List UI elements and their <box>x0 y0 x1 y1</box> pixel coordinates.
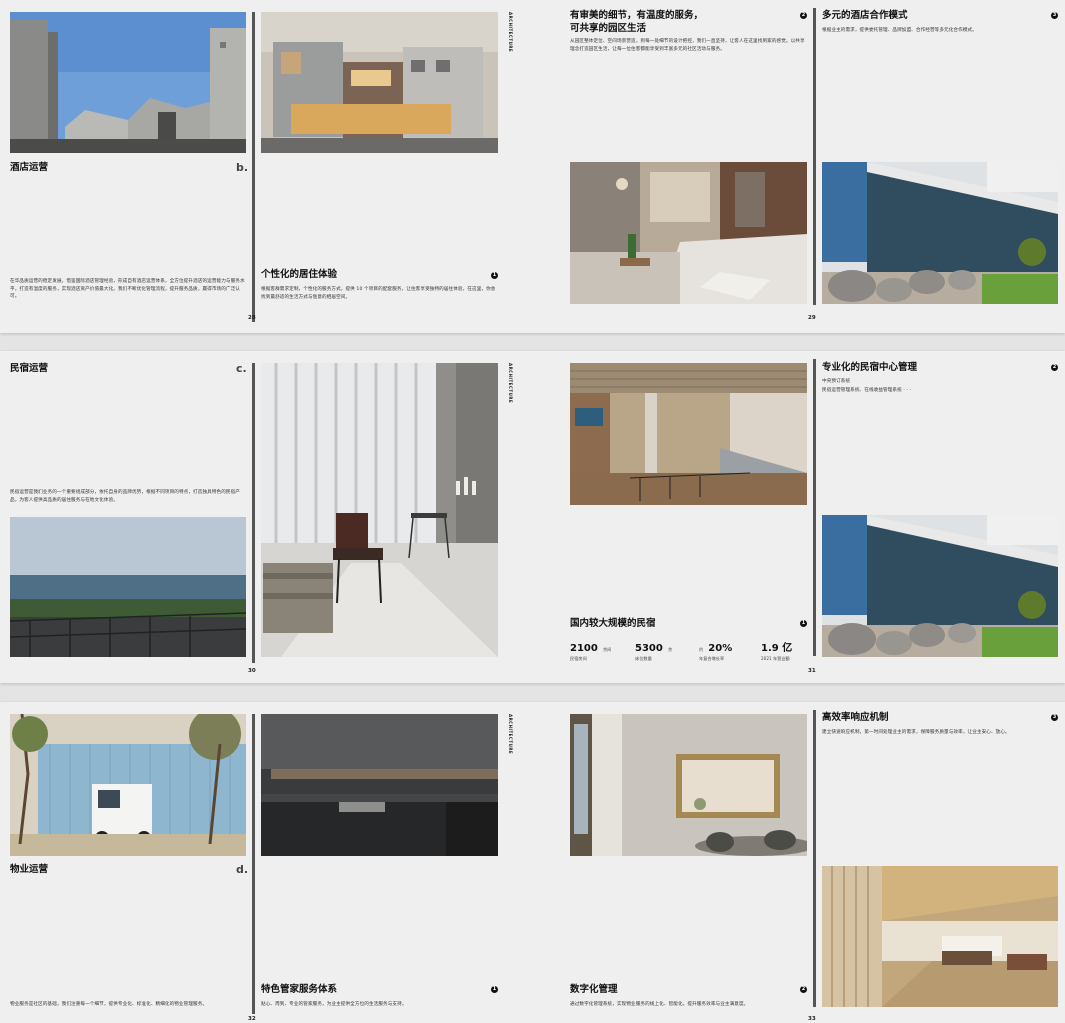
column-divider <box>252 363 255 663</box>
photo-curtain-room-chair <box>261 363 498 657</box>
response-mechanism-title: 高效率响应机制 <box>822 712 889 723</box>
number-badge: 2 <box>800 986 807 993</box>
stat-value: 2100 <box>570 643 598 654</box>
spine-text: ARCHITECTURE <box>508 12 513 53</box>
photo-concrete-buildings <box>10 12 246 153</box>
stat-growth: 约 20% 年复合增长率 <box>699 636 732 662</box>
number-badge: 1 <box>491 986 498 993</box>
spine-text: ARCHITECTURE <box>508 714 513 755</box>
page-headline-line2: 可共享的园区生活 <box>570 23 647 34</box>
stat-rooms: 2100 余间 民宿房间 <box>570 636 611 662</box>
stat-label: 2021 年营业额 <box>761 656 790 661</box>
stat-label: 年复合增长率 <box>699 656 725 661</box>
photo-utility-cart <box>10 714 246 856</box>
page-number: 32 <box>248 1016 256 1022</box>
column-divider <box>252 714 255 1014</box>
spread-pages-32-33: 物业运营 d. 物业服务是社区的基础，我们注重每一个细节，提供专业化、标准化、精… <box>0 702 1065 1023</box>
photo-stone-counter <box>261 714 498 856</box>
number-badge: 2 <box>800 12 807 19</box>
stat-label: 床位数量 <box>635 656 652 661</box>
photo-meeting-room <box>570 714 807 856</box>
page-headline-line1: 有审美的细节，有温度的服务， <box>570 10 704 21</box>
photo-wooden-lobby <box>822 866 1058 1007</box>
stat-revenue: 1.9 亿 2021 年营业额 <box>761 636 792 662</box>
section-title-property: 物业运营 <box>10 864 49 875</box>
number-badge: 1 <box>491 272 498 279</box>
cooperation-text: 根据业主的需求，提供委托管理、品牌加盟、合作经营等多元化合作模式。 <box>822 28 977 33</box>
butler-service-title: 特色管家服务体系 <box>261 984 338 995</box>
section-letter: c. <box>236 362 247 375</box>
photo-hotel-room <box>570 162 807 304</box>
stat-label: 民宿房间 <box>570 656 587 661</box>
section-letter: d. <box>236 863 249 876</box>
stat-value: 1.9 亿 <box>761 643 793 654</box>
homestay-center-item-2: 民宿运营管理系统、在线收益管理系统 · · · <box>822 388 912 393</box>
spread-pages-28-29: 酒店运营 b. 在华品质运营的稳定发展，借鉴国际酒店管理经验，形成自有酒店运营体… <box>0 0 1065 333</box>
homestay-center-item-1: 中央预订系统 <box>822 379 851 384</box>
number-badge: 1 <box>800 620 807 627</box>
stat-value: 20% <box>708 643 733 654</box>
hotel-intro-text: 在华品质运营的稳定发展，借鉴国际酒店管理经验，形成自有酒店运营体系，全方位提升酒… <box>10 279 245 299</box>
stat-unit: 约 <box>699 647 704 652</box>
section-title-hotel: 酒店运营 <box>10 162 49 173</box>
page-number: 29 <box>808 315 816 321</box>
spread-pages-30-31: 民宿运营 c. 民宿运营是我们业务的一个重要组成部分，依托自身的品牌优势，根据不… <box>0 351 1065 683</box>
photo-glass-facade-terrace <box>822 162 1058 304</box>
photo-hotel-building-dusk <box>261 12 498 153</box>
page-number: 33 <box>808 1016 816 1022</box>
page-number: 28 <box>248 315 256 321</box>
property-intro-text: 物业服务是社区的基础，我们注重每一个细节，提供专业化、标准化、精细化的物业管理服… <box>10 1002 208 1007</box>
cooperation-title: 多元的酒店合作模式 <box>822 10 908 21</box>
response-mechanism-text: 建立快速响应机制，第一时间处理业主的需求，保障服务质量与效率，让业主安心、放心。 <box>822 730 1010 735</box>
column-divider <box>813 8 816 305</box>
page-number: 30 <box>248 668 256 674</box>
digital-management-text: 通过数字化管理系统，实现物业服务的线上化、智能化，提升服务效率与业主满意度。 <box>570 1002 749 1007</box>
number-badge: 3 <box>1051 12 1058 19</box>
service-detail-text: 从园区整体定位、空间场景营造，到每一处细节的设计把控，我们一直坚持，让客人在这里… <box>570 39 805 52</box>
digital-management-title: 数字化管理 <box>570 984 618 995</box>
section-letter: b. <box>236 161 249 174</box>
stat-unit: 余间 <box>602 647 612 652</box>
number-badge: 2 <box>1051 364 1058 371</box>
stat-beds: 5300 余 床位数量 <box>635 636 672 662</box>
column-divider <box>813 359 816 656</box>
column-divider <box>813 710 816 1007</box>
photo-sea-view-terrace <box>10 517 246 657</box>
column-divider <box>252 12 255 322</box>
stat-unit: 余 <box>667 647 673 652</box>
spine-text: ARCHITECTURE <box>508 363 513 404</box>
butler-service-text: 贴心、周到、专业的管家服务，为业主提供全方位的生活服务与支持。 <box>261 1002 407 1007</box>
number-badge: 3 <box>1051 714 1058 721</box>
personal-stay-text: 根据客群需求定制，个性化的服务方式，提供 10 个项目的配套服务，让住客享受独特… <box>261 287 496 300</box>
scale-title: 国内较大规模的民宿 <box>570 618 656 629</box>
section-title-homestay: 民宿运营 <box>10 363 49 374</box>
subsection-title-personal-stay: 个性化的居住体验 <box>261 269 338 280</box>
homestay-center-title: 专业化的民宿中心管理 <box>822 362 918 373</box>
page-number: 31 <box>808 668 816 674</box>
photo-glass-facade-terrace <box>822 515 1058 657</box>
stat-value: 5300 <box>635 643 663 654</box>
homestay-intro-text: 民宿运营是我们业务的一个重要组成部分，依托自身的品牌优势，根据不同项目的特点，打… <box>10 490 240 503</box>
photo-reception-hall <box>570 363 807 505</box>
